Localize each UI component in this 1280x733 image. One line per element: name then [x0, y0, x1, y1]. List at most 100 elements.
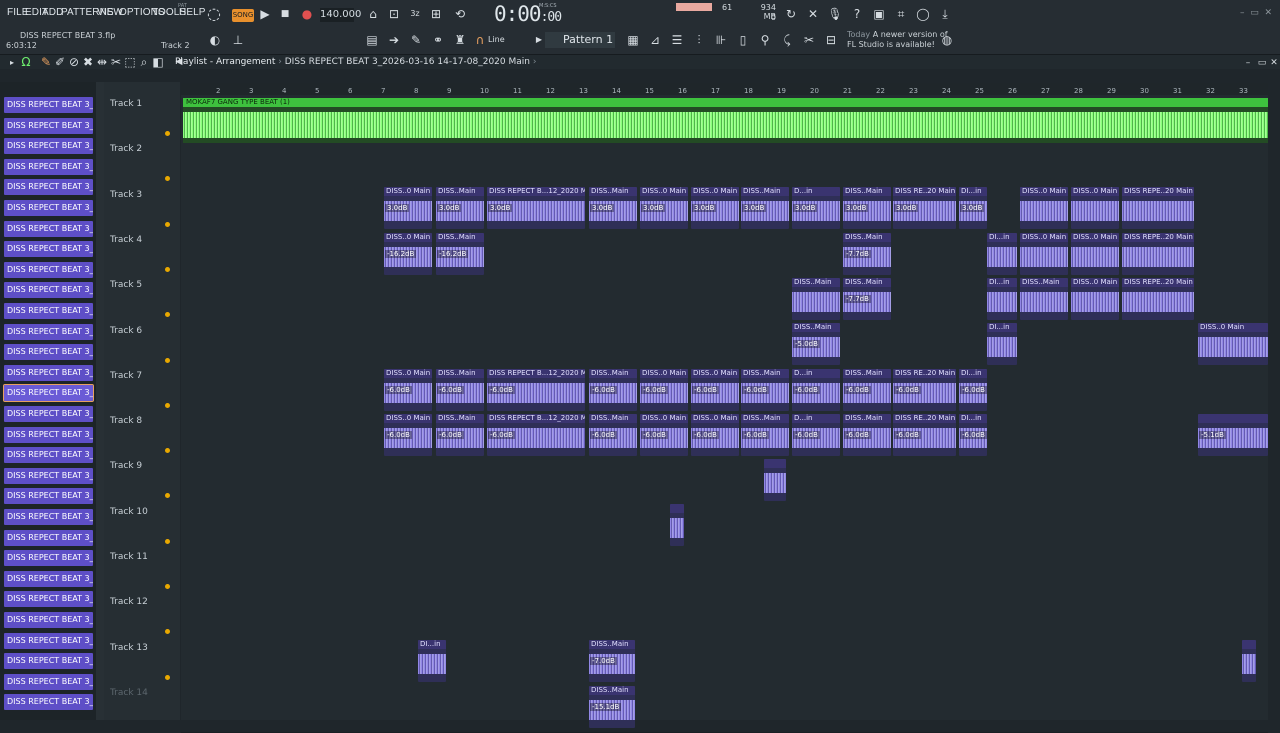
song-mode-toggle[interactable]: SONG	[232, 9, 254, 22]
help-icon[interactable]: ?	[849, 6, 865, 22]
audio-clip[interactable]: DISS..0 Main	[1198, 323, 1268, 366]
pencil-icon[interactable]: ✎	[408, 32, 424, 48]
picker-clip-item[interactable]: DISS REPECT BEAT 3_2026...	[4, 158, 93, 175]
picker-clip-item[interactable]: DISS REPECT BEAT 3_2026...	[4, 117, 93, 134]
timeline-ruler[interactable]	[181, 83, 1268, 95]
audio-clip[interactable]: DISS..Main -7.0dB	[589, 640, 635, 683]
news-panel[interactable]: Today A newer version of FL Studio is ava…	[847, 30, 948, 50]
picker-clip-item[interactable]: DISS REPECT BEAT 3_2026...	[4, 241, 93, 258]
plug-icon[interactable]: ⚲	[757, 32, 773, 48]
knob-icon[interactable]: ◐	[207, 32, 223, 48]
record-icon[interactable]: ●	[299, 6, 315, 22]
audio-clip[interactable]: D...in -6.0dB	[792, 413, 840, 456]
piano-icon[interactable]: ▤	[364, 32, 380, 48]
picker-clip-item[interactable]: DISS REPECT BEAT 3_2026...	[4, 447, 93, 464]
channel-rack-icon[interactable]: ☰	[669, 32, 685, 48]
stop-icon[interactable]: ■	[277, 6, 293, 22]
picker-clip-item[interactable]: DISS REPECT BEAT 3_2026...	[4, 261, 93, 278]
picker-clip-item[interactable]: DISS REPECT BEAT 3_2026...	[4, 550, 93, 567]
picker-clip-item[interactable]: DISS REPECT BEAT 3_2026...	[4, 591, 93, 608]
microphone-icon[interactable]: 🎙	[827, 6, 843, 22]
picker-clip-item[interactable]: DISS REPECT BEAT 3_2026...	[4, 694, 93, 711]
audio-clip[interactable]	[670, 504, 684, 547]
audio-clip[interactable]: DISS..0 Main -6.0dB	[640, 413, 688, 456]
track-name[interactable]: Track 11	[110, 552, 148, 562]
audio-clip[interactable]: DI...in	[987, 323, 1017, 366]
audio-clip[interactable]: DISS..Main -6.0dB	[589, 368, 637, 411]
track-status-icon[interactable]	[165, 538, 170, 544]
picker-clip-item[interactable]: DISS REPECT BEAT 3_2026...	[3, 384, 94, 403]
news-globe-icon[interactable]: ◍	[939, 32, 955, 48]
audio-clip[interactable]: DISS REPE..20 Main	[1122, 232, 1194, 275]
audio-clip[interactable]: DISS REPE..20 Main	[1122, 277, 1194, 320]
audio-clip[interactable]: DISS..Main -6.0dB	[741, 413, 789, 456]
step-edit-icon[interactable]: ⊞	[428, 6, 444, 22]
picker-clip-item[interactable]: DISS REPECT BEAT 3_2026...	[4, 570, 93, 587]
audio-clip[interactable]: DISS..Main -6.0dB	[436, 413, 484, 456]
audio-clip[interactable]: DISS..0 Main -6.0dB	[384, 368, 432, 411]
link-icon[interactable]: ⚭	[430, 32, 446, 48]
audio-clip[interactable]: DISS..0 Main 3.0dB	[691, 187, 739, 230]
metronome-icon[interactable]: ⌂	[365, 6, 381, 22]
audio-clip[interactable]: DI...in	[418, 640, 446, 683]
magnet-icon[interactable]: ∩	[472, 32, 488, 48]
wait-icon[interactable]: ⊡	[386, 6, 402, 22]
tag-icon[interactable]: ✂	[801, 32, 817, 48]
track-status-icon[interactable]	[165, 221, 170, 227]
audio-clip[interactable]: DI...in -6.0dB	[959, 413, 987, 456]
snap-mode[interactable]: Line	[488, 35, 505, 44]
audio-clip[interactable]: DISS..Main -6.0dB	[589, 413, 637, 456]
audio-clip[interactable]: DISS REPECT B...12_2020 Main -6.0dB	[487, 413, 585, 456]
picker-clip-item[interactable]: DISS REPECT BEAT 3_2026...	[4, 364, 93, 381]
audio-clip[interactable]: DI...in 3.0dB	[959, 187, 987, 230]
picker-clip-item[interactable]: DISS REPECT BEAT 3_2026...	[4, 653, 93, 670]
audio-clip[interactable]: DISS..Main	[792, 277, 840, 320]
save-icon[interactable]: ▣	[871, 6, 887, 22]
piano-roll-icon[interactable]: ⊿	[647, 32, 663, 48]
audio-clip[interactable]: DISS..0 Main -6.0dB	[640, 368, 688, 411]
pat-label[interactable]: PAT	[178, 3, 187, 9]
audio-clip[interactable]: DISS..0 Main	[1071, 187, 1119, 230]
close-icon[interactable]: ✕	[1266, 55, 1280, 71]
track-name[interactable]: Track 4	[110, 235, 142, 245]
plugin-icon[interactable]: ⌗	[893, 6, 909, 22]
audio-clip[interactable]: DISS..Main 3.0dB	[589, 187, 637, 230]
picker-clip-item[interactable]: DISS REPECT BEAT 3_2026...	[4, 97, 93, 113]
equalizer-icon[interactable]: ⊪	[713, 32, 729, 48]
audio-clip[interactable]: DISS RE..20 Main -6.0dB	[893, 368, 956, 411]
audio-clip[interactable]: DISS..0 Main -16.2dB	[384, 232, 432, 275]
audio-clip[interactable]: DISS RE..20 Main 3.0dB	[893, 187, 956, 230]
picker-clip-item[interactable]: DISS REPECT BEAT 3_2026...	[4, 179, 93, 196]
track-name[interactable]: Track 1	[110, 99, 142, 109]
audio-clip[interactable]: DISS..Main -16.2dB	[436, 232, 484, 275]
track-name[interactable]: Track 14	[110, 688, 148, 698]
audio-clip[interactable]: DISS..Main 3.0dB	[436, 187, 484, 230]
audio-clip[interactable]	[1242, 640, 1256, 683]
tuning-icon[interactable]: ⤹	[779, 32, 795, 48]
audio-clip[interactable]: DISS..0 Main -6.0dB	[691, 413, 739, 456]
tempo-display[interactable]: 140.000	[320, 8, 361, 22]
picker-clip-item[interactable]: DISS REPECT BEAT 3_2026...	[4, 509, 93, 525]
audio-clip[interactable]: DISS REPECT B...12_2020 Main 3.0dB	[487, 187, 585, 230]
picker-clip-item[interactable]: DISS REPECT BEAT 3_2026...	[4, 138, 93, 155]
chat-icon[interactable]: ◯	[915, 6, 931, 22]
track-name[interactable]: Track 13	[110, 643, 148, 653]
audio-clip[interactable]: DISS..0 Main 3.0dB	[640, 187, 688, 230]
track-name[interactable]: Track 2	[110, 144, 142, 154]
picker-clip-item[interactable]: DISS REPECT BEAT 3_2026...	[4, 220, 93, 237]
pattern-selector[interactable]: Pattern 1	[545, 32, 615, 48]
audio-clip[interactable]: DISS REPECT B...12_2020 Main -6.0dB	[487, 368, 585, 411]
track-status-icon[interactable]	[165, 357, 170, 363]
track-name[interactable]: Track 5	[110, 280, 142, 290]
mixer-icon[interactable]: ⫶	[691, 32, 707, 48]
audio-clip[interactable]: DISS..Main 3.0dB	[843, 187, 891, 230]
audio-clip[interactable]: DISS..Main -6.0dB	[843, 368, 891, 411]
picker-clip-item[interactable]: DISS REPECT BEAT 3_2026...	[4, 303, 93, 319]
picker-clip-item[interactable]: DISS REPECT BEAT 3_2026...	[4, 406, 93, 422]
picker-clip-item[interactable]: DISS REPECT BEAT 3_2026...	[4, 426, 93, 443]
download-icon[interactable]: ⤓	[937, 6, 953, 22]
track-name[interactable]: Track 3	[110, 190, 142, 200]
cart-icon[interactable]: ⊟	[823, 32, 839, 48]
audio-clip[interactable]: DISS..Main	[1020, 277, 1068, 320]
audio-clip[interactable]: DISS..Main -15.1dB	[589, 685, 635, 728]
